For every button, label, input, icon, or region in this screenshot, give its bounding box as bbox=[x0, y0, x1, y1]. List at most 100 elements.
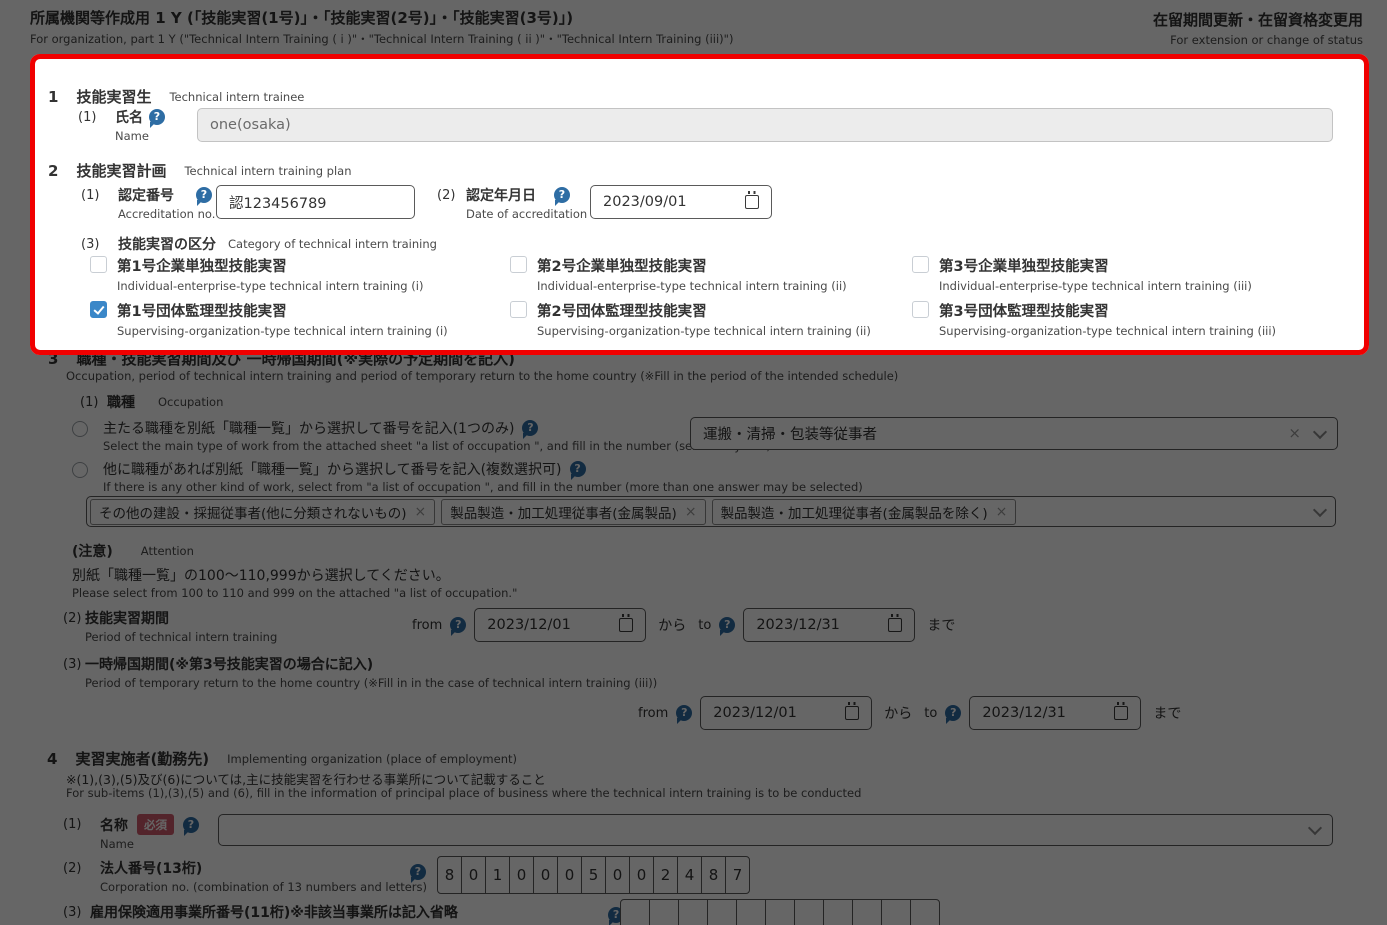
from-help-icon[interactable]: ? bbox=[450, 617, 466, 633]
digit-cell[interactable]: 7 bbox=[725, 856, 750, 894]
training-period-to-input[interactable]: 2023/12/31 bbox=[743, 608, 915, 642]
field-2-3-number: (3) bbox=[81, 237, 99, 252]
calendar-icon[interactable] bbox=[745, 195, 759, 209]
training-period-from-input[interactable]: 2023/12/01 bbox=[474, 608, 646, 642]
org-name-select[interactable] bbox=[218, 814, 1333, 846]
accreditation-no-input[interactable] bbox=[216, 185, 415, 219]
digit-cell[interactable] bbox=[620, 899, 650, 925]
org-name-help-icon[interactable]: ? bbox=[183, 817, 199, 833]
digit-cell[interactable] bbox=[823, 899, 853, 925]
checkbox[interactable] bbox=[510, 256, 527, 273]
field-4-3-number: (3) bbox=[63, 905, 81, 920]
remove-tag-icon[interactable]: × bbox=[996, 504, 1008, 520]
calendar-icon[interactable] bbox=[888, 618, 902, 632]
digit-cell[interactable] bbox=[707, 899, 737, 925]
name-help-icon[interactable]: ? bbox=[149, 109, 165, 125]
digit-cell[interactable] bbox=[910, 899, 940, 925]
digit-cell[interactable]: 0 bbox=[533, 856, 558, 894]
occupation-tag[interactable]: 製品製造・加工処理従事者(金属製品) × bbox=[441, 499, 705, 525]
remove-tag-icon[interactable]: × bbox=[415, 504, 427, 520]
checkbox[interactable] bbox=[912, 301, 929, 318]
date-value: 2023/12/31 bbox=[982, 705, 1066, 721]
tag-label: 製品製造・加工処理従事者(金属製品) bbox=[450, 502, 677, 522]
chevron-down-icon[interactable] bbox=[1313, 502, 1327, 516]
to-label: to bbox=[698, 618, 711, 633]
section4-number: 4 bbox=[47, 750, 57, 768]
category-option[interactable]: 第1号企業単独型技能実習 Individual-enterprise-type … bbox=[90, 255, 510, 293]
digit-cell[interactable] bbox=[649, 899, 679, 925]
other-occupation-radio[interactable] bbox=[72, 462, 88, 478]
calendar-icon[interactable] bbox=[619, 618, 633, 632]
remove-tag-icon[interactable]: × bbox=[685, 504, 697, 520]
org-name-label-jp: 名称 bbox=[100, 815, 128, 835]
section2-number: 2 bbox=[48, 162, 58, 180]
accreditation-date-help-icon[interactable]: ? bbox=[554, 187, 570, 203]
calendar-icon[interactable] bbox=[845, 706, 859, 720]
digit-cell[interactable]: 4 bbox=[677, 856, 702, 894]
category-option[interactable]: 第1号団体監理型技能実習 Supervising-organization-ty… bbox=[90, 300, 510, 338]
other-occupation-multiselect[interactable]: その他の建設・採掘従事者(他に分類されないもの) × 製品製造・加工処理従事者(… bbox=[86, 496, 1336, 527]
to-help-icon[interactable]: ? bbox=[945, 705, 961, 721]
digit-cell[interactable]: 0 bbox=[629, 856, 654, 894]
chevron-down-icon[interactable] bbox=[1313, 424, 1327, 438]
option-label-jp: 第2号団体監理型技能実習 bbox=[537, 300, 871, 321]
corp-no-cells[interactable]: 8 0 1 0 0 0 5 0 0 2 4 8 7 bbox=[437, 856, 750, 894]
category-option[interactable]: 第2号団体監理型技能実習 Supervising-organization-ty… bbox=[510, 300, 912, 338]
section4-note-en: For sub-items (1),(3),(5) and (6), fill … bbox=[66, 786, 861, 800]
from-label: from bbox=[638, 706, 668, 721]
field-3-1-number: (1) bbox=[80, 395, 98, 410]
digit-cell[interactable] bbox=[678, 899, 708, 925]
occupation-tag[interactable]: 製品製造・加工処理従事者(金属製品を除く) × bbox=[712, 499, 1017, 525]
digit-cell[interactable] bbox=[765, 899, 795, 925]
main-occupation-help-icon[interactable]: ? bbox=[522, 420, 538, 436]
category-option[interactable]: 第3号企業単独型技能実習 Individual-enterprise-type … bbox=[912, 255, 1350, 293]
main-occupation-radio[interactable] bbox=[72, 421, 88, 437]
return-period-range: from ? 2023/12/01 から to ? 2023/12/31 まで bbox=[638, 696, 1181, 730]
digit-cell[interactable]: 8 bbox=[437, 856, 462, 894]
section2-title-en: Technical intern training plan bbox=[184, 164, 351, 178]
digit-cell[interactable]: 0 bbox=[509, 856, 534, 894]
clear-icon[interactable]: × bbox=[1288, 426, 1301, 441]
checkbox[interactable] bbox=[90, 256, 107, 273]
return-period-label-jp: 一時帰国期間(※第3号技能実習の場合に記入) bbox=[85, 654, 373, 674]
checkbox[interactable] bbox=[912, 256, 929, 273]
digit-cell[interactable]: 2 bbox=[653, 856, 678, 894]
corp-no-help-icon[interactable]: ? bbox=[410, 864, 426, 880]
main-occupation-select[interactable]: 運搬・清掃・包装等従事者 × bbox=[690, 417, 1338, 450]
option-label-jp: 第1号企業単独型技能実習 bbox=[117, 255, 423, 276]
other-occupation-help-icon[interactable]: ? bbox=[570, 461, 586, 477]
digit-cell[interactable] bbox=[794, 899, 824, 925]
digit-cell[interactable]: 5 bbox=[581, 856, 606, 894]
from-help-icon[interactable]: ? bbox=[676, 705, 692, 721]
digit-cell[interactable]: 0 bbox=[557, 856, 582, 894]
other-occupation-text-en: If there is any other kind of work, sele… bbox=[103, 480, 863, 494]
accreditation-no-label-jp: 認定番号 bbox=[118, 185, 174, 205]
calendar-icon[interactable] bbox=[1114, 706, 1128, 720]
digit-cell[interactable] bbox=[736, 899, 766, 925]
return-period-from-input[interactable]: 2023/12/01 bbox=[700, 696, 872, 730]
main-occupation-text-en: Select the main type of work from the at… bbox=[103, 439, 771, 453]
section1-heading: 1 技能実習生 Technical intern trainee bbox=[48, 86, 304, 107]
category-option[interactable]: 第3号団体監理型技能実習 Supervising-organization-ty… bbox=[912, 300, 1350, 338]
occupation-tag[interactable]: その他の建設・採掘従事者(他に分類されないもの) × bbox=[90, 499, 435, 525]
insurance-no-cells[interactable] bbox=[620, 899, 940, 925]
field-2-2-number: (2) bbox=[437, 188, 455, 203]
digit-cell[interactable]: 0 bbox=[461, 856, 486, 894]
accreditation-date-label-en: Date of accreditation bbox=[466, 207, 587, 221]
date-value: 2023/12/01 bbox=[713, 705, 797, 721]
digit-cell[interactable]: 1 bbox=[485, 856, 510, 894]
chevron-down-icon[interactable] bbox=[1308, 821, 1322, 835]
return-period-to-input[interactable]: 2023/12/31 bbox=[969, 696, 1141, 730]
digit-cell[interactable]: 8 bbox=[701, 856, 726, 894]
category-option[interactable]: 第2号企業単独型技能実習 Individual-enterprise-type … bbox=[510, 255, 912, 293]
accreditation-no-help-icon[interactable]: ? bbox=[196, 187, 212, 203]
digit-cell[interactable]: 0 bbox=[605, 856, 630, 894]
training-period-label-jp: 技能実習期間 bbox=[85, 608, 169, 628]
digit-cell[interactable] bbox=[881, 899, 911, 925]
digit-cell[interactable] bbox=[852, 899, 882, 925]
accreditation-date-input[interactable]: 2023/09/01 bbox=[590, 185, 772, 219]
checkbox[interactable] bbox=[510, 301, 527, 318]
to-help-icon[interactable]: ? bbox=[719, 617, 735, 633]
checkbox[interactable] bbox=[90, 301, 107, 318]
name-label-en: Name bbox=[115, 129, 149, 143]
